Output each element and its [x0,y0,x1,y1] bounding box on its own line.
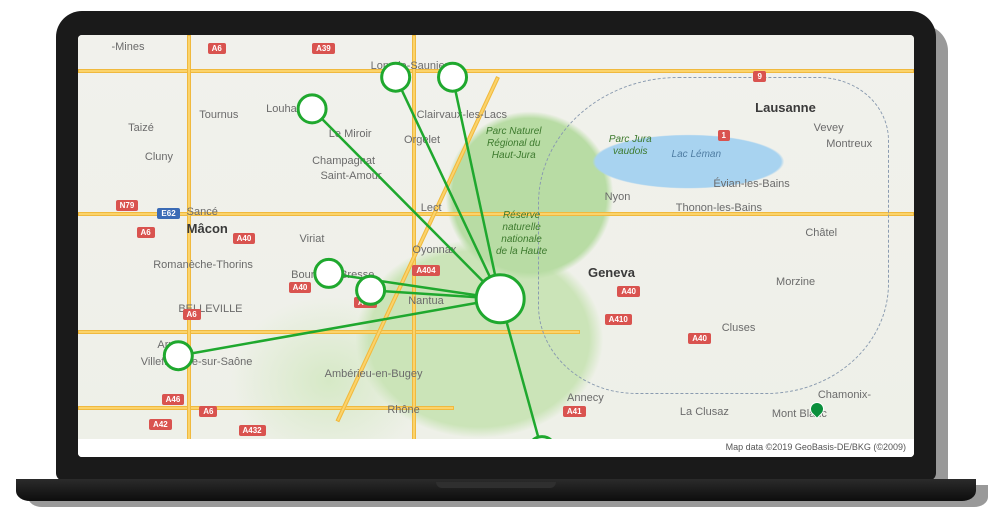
road-badge: A410 [605,314,632,325]
city-label: Châtel [805,227,837,239]
city-label: Morzine [776,276,815,288]
road-badge: A40 [688,333,711,344]
road-badge: A40 [354,297,377,308]
city-label: -Mines [111,41,144,53]
city-label: Viriat [300,233,325,245]
city-label: Évian-les-Bains [713,178,789,190]
city-label: Sancé [187,206,218,218]
city-label: Lons-le-Saunier [371,60,449,72]
road-badge: A404 [412,265,439,276]
city-label: Chamonix- [818,389,871,401]
road-badge: A40 [233,233,256,244]
laptop-base [16,479,976,501]
road-badge: A432 [239,425,266,436]
city-label: Ambérieu-en-Bugey [325,368,423,380]
city-label: Cluny [145,151,173,163]
road-line [78,69,914,73]
city-label: Lect [421,202,442,214]
laptop-bezel: -Mines Lons-le-Saunier Lausanne Taizé Louhan… [56,11,936,481]
road-badge: N79 [116,200,139,211]
road-badge: A6 [183,309,201,320]
city-label: Tournus [199,109,238,121]
city-label: Vevey [814,122,844,134]
road-badge: A6 [208,43,226,54]
network-edge [500,299,542,451]
city-label: Oyonnax [412,244,456,256]
city-label: Le Miroir [329,128,372,140]
road-badge: A6 [199,406,217,417]
road-badge: A40 [617,286,640,297]
city-label: Montreux [826,138,872,150]
park-label: Réserve naturelle nationale de la Haute [496,210,547,258]
road-badge: E62 [157,208,179,219]
road-badge: A6 [137,227,155,238]
park-label: Parc Naturel Régional du Haut-Jura [486,126,542,162]
city-label: Thonon-les-Bains [676,202,762,214]
city-label: Champagnat [312,155,375,167]
city-label: Bourg-en-Bresse [291,269,374,281]
city-label: Nantua [408,295,443,307]
road-badge: A40 [289,282,312,293]
road-line [78,330,580,334]
map-attribution: Map data ©2019 GeoBasis-DE/BKG (©2009) [722,441,910,453]
city-label: Rhône [387,404,419,416]
city-label: Cluses [722,322,756,334]
road-badge: A39 [312,43,335,54]
road-badge: 9 [753,71,765,82]
city-label: Geneva [588,265,635,280]
lake-label: Lac Léman [672,149,721,160]
city-label: Louhans [266,103,308,115]
road-badge: A46 [162,394,185,405]
network-hub[interactable] [476,275,524,323]
road-badge: 1 [718,130,730,141]
screen: -Mines Lons-le-Saunier Lausanne Taizé Louhan… [78,35,914,457]
laptop-mockup: -Mines Lons-le-Saunier Lausanne Taizé Louhan… [16,11,976,501]
city-label: Saint-Amour [320,170,381,182]
city-label: Orgelet [404,134,440,146]
city-label: Romanèche-Thorins [153,259,253,271]
road-badge: A41 [563,406,586,417]
map-canvas[interactable]: -Mines Lons-le-Saunier Lausanne Taizé Louhan… [78,35,914,457]
park-label: Parc Jura vaudois [609,134,652,158]
city-label: Clairvaux-les-Lacs [417,109,507,121]
city-label: Villefranche-sur-Saône [141,356,253,368]
road-line [187,35,191,457]
city-label: Mâcon [187,221,228,236]
road-badge: A42 [149,419,172,430]
city-label: Arnas [157,339,186,351]
city-label: Lausanne [755,100,816,115]
city-label: Taizé [128,122,154,134]
city-label: Nyon [605,191,631,203]
city-label: Annecy [567,392,604,404]
city-label: La Clusaz [680,406,729,418]
